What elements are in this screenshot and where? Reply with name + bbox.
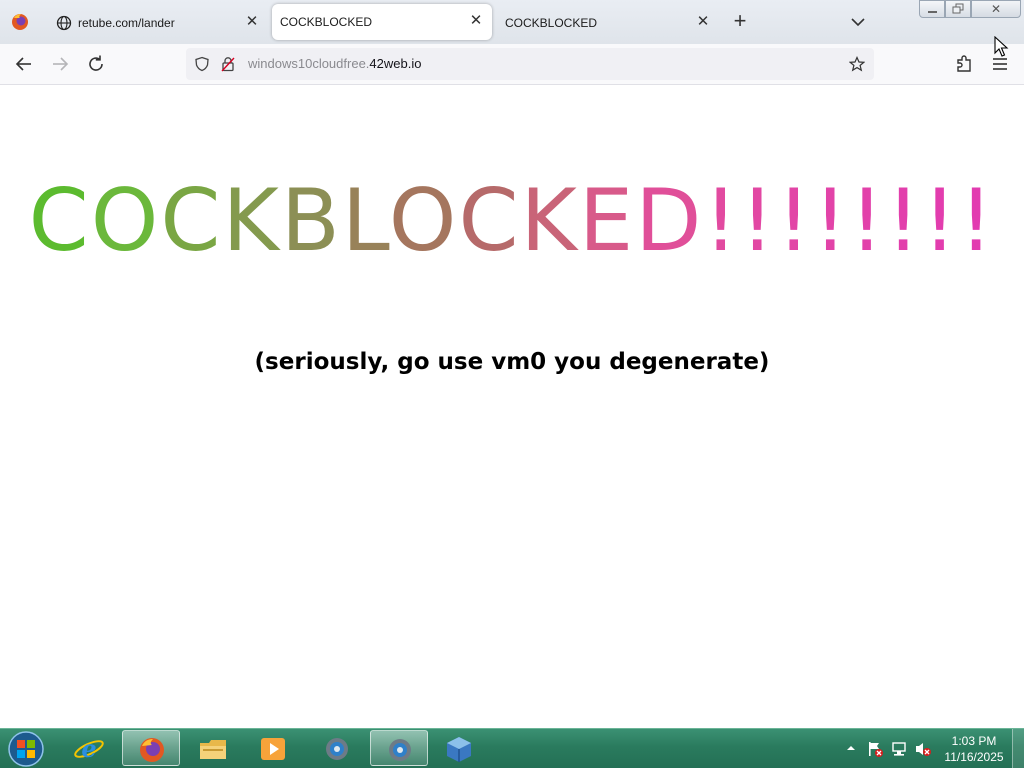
headline-letter: B bbox=[280, 171, 342, 271]
headline-letter: L bbox=[341, 171, 389, 271]
action-center-flag-icon[interactable] bbox=[866, 740, 884, 758]
show-desktop-button[interactable] bbox=[1012, 729, 1024, 769]
headline: COCKBLOCKED!!!!!!!! bbox=[0, 171, 1024, 271]
reload-icon bbox=[89, 55, 103, 71]
volume-muted-icon[interactable] bbox=[914, 740, 932, 758]
start-button[interactable] bbox=[4, 730, 48, 768]
headline-letter: K bbox=[222, 171, 281, 271]
firefox-tab-list-button[interactable] bbox=[6, 8, 34, 36]
headline-letter: ! bbox=[849, 171, 886, 271]
clock[interactable]: 1:03 PM 11/16/2025 bbox=[938, 733, 1010, 765]
taskbar-app-active[interactable] bbox=[370, 730, 428, 766]
taskbar-virtualbox[interactable] bbox=[430, 730, 488, 766]
taskbar-internet-explorer[interactable]: e bbox=[60, 730, 118, 766]
headline-letter: ! bbox=[885, 171, 923, 271]
network-icon[interactable] bbox=[890, 740, 908, 758]
headline-letter: O bbox=[90, 171, 161, 271]
bookmark-star-icon[interactable] bbox=[849, 56, 865, 72]
minimize-button[interactable] bbox=[919, 0, 945, 18]
tab-title: COCKBLOCKED bbox=[280, 15, 373, 29]
taskbar-app[interactable] bbox=[308, 730, 366, 766]
tab-bar: retube.com/lander ✕ COCKBLOCKED ✕ COCKBL… bbox=[0, 0, 1024, 44]
tab-cockblocked[interactable]: COCKBLOCKED ✕ bbox=[497, 5, 719, 40]
clock-time: 1:03 PM bbox=[951, 734, 997, 748]
chevron-down-icon bbox=[851, 18, 865, 27]
headline-letter: C bbox=[160, 171, 223, 271]
headline-letter: ! bbox=[958, 171, 996, 271]
tab-title: COCKBLOCKED bbox=[505, 15, 598, 30]
tab-cockblocked-active[interactable]: COCKBLOCKED ✕ bbox=[272, 4, 492, 40]
show-hidden-icons-icon[interactable] bbox=[846, 743, 856, 753]
clock-date: 11/16/2025 bbox=[944, 750, 1004, 764]
headline-letter: C bbox=[458, 171, 521, 271]
headline-letter: E bbox=[578, 171, 636, 271]
internet-explorer-icon: e bbox=[74, 734, 104, 763]
headline-letter: ! bbox=[776, 171, 813, 271]
app-icon bbox=[326, 738, 348, 760]
subline-text: (seriously, go use vm0 you degenerate) bbox=[254, 349, 770, 375]
close-icon: ✕ bbox=[990, 2, 1002, 16]
restore-icon bbox=[952, 3, 964, 14]
arrow-right-icon bbox=[53, 57, 69, 71]
tab-title: retube.com/lander bbox=[78, 15, 175, 30]
headline-letter: ! bbox=[703, 171, 740, 271]
shield-icon bbox=[195, 56, 209, 72]
list-all-tabs-button[interactable] bbox=[846, 10, 870, 34]
headline-letter: K bbox=[520, 171, 579, 271]
close-window-button[interactable]: ✕ bbox=[971, 0, 1021, 18]
close-tab-icon[interactable]: ✕ bbox=[468, 13, 484, 29]
headline-letter: ! bbox=[812, 171, 850, 271]
tab-retube[interactable]: retube.com/lander ✕ bbox=[44, 5, 268, 40]
virtualbox-icon bbox=[447, 737, 471, 762]
navigation-toolbar: windows10cloudfree.42web.io bbox=[0, 44, 1024, 85]
close-tab-icon[interactable]: ✕ bbox=[695, 14, 711, 30]
firefox-icon bbox=[140, 738, 164, 762]
taskbar: e 1:03 PM 11/16/2025 bbox=[0, 728, 1024, 769]
url-subdomain: windows10cloudfree. bbox=[248, 56, 370, 71]
arrow-left-icon bbox=[15, 57, 31, 71]
reload-button[interactable] bbox=[84, 52, 108, 76]
puzzle-icon bbox=[957, 55, 971, 72]
taskbar-media-player[interactable] bbox=[244, 730, 302, 766]
file-explorer-icon bbox=[200, 740, 226, 759]
headline-letter: O bbox=[388, 171, 459, 271]
media-player-icon bbox=[261, 738, 285, 760]
svg-text:e: e bbox=[81, 734, 96, 763]
taskbar-firefox[interactable] bbox=[122, 730, 180, 766]
headline-letter: C bbox=[28, 171, 91, 271]
url-bar[interactable]: windows10cloudfree.42web.io bbox=[186, 48, 874, 80]
globe-icon bbox=[56, 15, 72, 30]
headline-letter: D bbox=[635, 171, 704, 271]
url-text[interactable]: windows10cloudfree.42web.io bbox=[248, 56, 421, 71]
headline-letter: ! bbox=[739, 171, 777, 271]
app-icon bbox=[389, 739, 411, 761]
new-tab-button[interactable]: + bbox=[728, 10, 752, 34]
back-button[interactable] bbox=[12, 52, 36, 76]
headline-letter: ! bbox=[922, 171, 959, 271]
insecure-lock-icon[interactable] bbox=[220, 56, 236, 72]
close-tab-icon[interactable]: ✕ bbox=[244, 14, 260, 30]
windows-start-orb-icon bbox=[8, 731, 44, 767]
page-content: COCKBLOCKED!!!!!!!! (seriously, go use v… bbox=[0, 85, 1024, 728]
taskbar-file-explorer[interactable] bbox=[184, 730, 242, 766]
restore-button[interactable] bbox=[945, 0, 971, 18]
forward-button[interactable] bbox=[48, 52, 72, 76]
url-domain: 42web.io bbox=[369, 56, 422, 71]
mouse-cursor-icon bbox=[994, 36, 1009, 57]
extensions-button[interactable] bbox=[952, 52, 976, 76]
minimize-icon bbox=[928, 11, 937, 13]
firefox-icon bbox=[12, 14, 28, 30]
